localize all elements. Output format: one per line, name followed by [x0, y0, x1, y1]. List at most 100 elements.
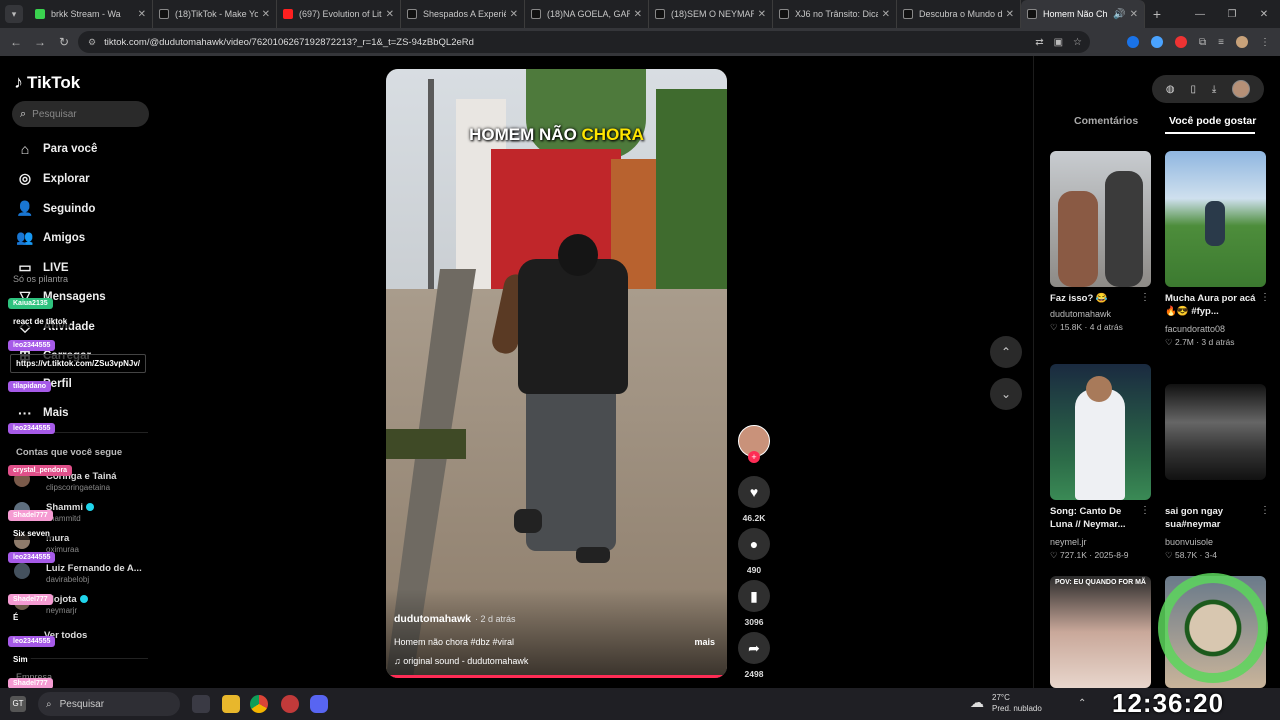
- author-name[interactable]: dudutomahawk: [394, 613, 471, 625]
- start-button[interactable]: GT: [10, 696, 26, 712]
- browser-tab[interactable]: brkk Stream - Wa ✕: [29, 0, 153, 28]
- browser-tab[interactable]: Descubra o Mundo d ✕: [897, 0, 1021, 28]
- profile-avatar[interactable]: [1236, 36, 1248, 48]
- discord-icon[interactable]: [310, 695, 328, 713]
- video-author[interactable]: neymel.jr: [1050, 537, 1087, 547]
- tab-close-icon[interactable]: ✕: [262, 9, 270, 20]
- reload-icon[interactable]: ↻: [52, 35, 76, 49]
- video-scene-shoe: [576, 547, 610, 563]
- tab-close-icon[interactable]: ✕: [386, 9, 394, 20]
- coins-icon[interactable]: ◍: [1166, 84, 1175, 95]
- video-thumbnail[interactable]: [1165, 151, 1266, 287]
- media-control-icon[interactable]: ≡: [1218, 37, 1224, 48]
- follow-plus-icon[interactable]: +: [748, 451, 760, 463]
- translate-icon[interactable]: ⇄: [1035, 37, 1043, 48]
- next-video-button[interactable]: ⌄: [990, 378, 1022, 410]
- video-thumbnail[interactable]: POV: EU QUANDO FOR MÃ: [1050, 576, 1151, 688]
- taskbar-search[interactable]: ⌕ Pesquisar: [38, 692, 180, 716]
- back-icon[interactable]: ←: [4, 35, 28, 49]
- video-title[interactable]: Faz isso? 😂: [1050, 292, 1146, 305]
- forward-icon[interactable]: →: [28, 35, 52, 49]
- browser-tab[interactable]: XJ6 no Trânsito: Dica ✕: [773, 0, 897, 28]
- video-player[interactable]: HOMEM NÃO CHORA dudutomahawk · 2 d atrás …: [386, 69, 727, 678]
- more-options-icon[interactable]: ⋮: [1140, 292, 1150, 303]
- browser-tab[interactable]: (18)SEM O NEYMAR ✕: [649, 0, 773, 28]
- close-window-icon[interactable]: ✕: [1248, 9, 1280, 20]
- avatar[interactable]: [14, 563, 30, 579]
- sidebar-item-more[interactable]: ··· Mais: [16, 405, 69, 421]
- active-tab-indicator: [1165, 132, 1255, 134]
- tab-close-icon[interactable]: ✕: [882, 9, 890, 20]
- video-author[interactable]: dudutomahawk: [1050, 309, 1111, 319]
- task-view-icon[interactable]: [192, 695, 210, 713]
- browser-tab-active[interactable]: Homem Não Ch 🔊 ✕: [1021, 0, 1145, 28]
- browser-tab[interactable]: (18)NA GOELA, GAR ✕: [525, 0, 649, 28]
- browser-tab[interactable]: (18)TikTok - Make Yo ✕: [153, 0, 277, 28]
- tab-close-icon[interactable]: ✕: [510, 9, 518, 20]
- video-title[interactable]: Mucha Aura por acá 🔥😎 #fyp...: [1165, 292, 1261, 318]
- browser-tab[interactable]: Shespados A Experiê ✕: [401, 0, 525, 28]
- extension-icon[interactable]: [1175, 36, 1188, 48]
- more-button[interactable]: mais: [694, 637, 715, 647]
- device-icon[interactable]: ▯: [1190, 84, 1196, 95]
- window-controls: — ❐ ✕: [1184, 0, 1280, 28]
- video-thumbnail[interactable]: [1165, 384, 1266, 480]
- video-progress-bar[interactable]: [386, 675, 727, 678]
- sidebar-item-friends[interactable]: 👥 Amigos: [16, 229, 85, 246]
- more-options-icon[interactable]: ⋮: [1260, 505, 1270, 516]
- minimize-icon[interactable]: —: [1184, 9, 1216, 20]
- extensions-puzzle-icon[interactable]: ⧉: [1199, 37, 1206, 48]
- sidebar-item-following[interactable]: 👤 Seguindo: [16, 200, 95, 217]
- tab-close-icon[interactable]: ✕: [634, 9, 642, 20]
- chrome-icon[interactable]: [250, 695, 268, 713]
- search-input[interactable]: ⌕ Pesquisar: [12, 101, 149, 127]
- cast-icon[interactable]: ▣: [1054, 37, 1063, 48]
- tab-comments[interactable]: Comentários: [1074, 115, 1138, 127]
- extension-icon[interactable]: [1127, 36, 1140, 48]
- tab-title: (697) Evolution of Lit: [299, 9, 382, 19]
- tab-close-icon[interactable]: ✕: [138, 9, 146, 20]
- video-thumbnail[interactable]: [1050, 364, 1151, 500]
- video-sound[interactable]: ♫ original sound - dudutomahawk: [394, 656, 528, 666]
- tab-close-icon[interactable]: ✕: [758, 9, 766, 20]
- tiktok-logo[interactable]: ♪ TikTok: [14, 72, 80, 93]
- chrome-menu-icon[interactable]: ⋮: [1260, 37, 1270, 48]
- address-bar[interactable]: ⚙ tiktok.com/@dudutomahawk/video/7620106…: [78, 31, 1090, 53]
- comment-button[interactable]: ● 490: [738, 528, 770, 575]
- video-title[interactable]: sai gon ngay sua#neymar: [1165, 505, 1261, 531]
- tab-you-may-like[interactable]: Você pode gostar: [1169, 115, 1256, 127]
- save-button[interactable]: ▮ 3096: [738, 580, 770, 627]
- more-options-icon[interactable]: ⋮: [1260, 292, 1270, 303]
- account-name[interactable]: Shammi: [46, 502, 94, 513]
- tab-audio-icon[interactable]: 🔊: [1113, 9, 1125, 20]
- maximize-icon[interactable]: ❐: [1216, 9, 1248, 20]
- video-title[interactable]: Song: Canto De Luna // Neymar...: [1050, 505, 1146, 531]
- like-button[interactable]: ♥ 46.2K: [738, 476, 770, 523]
- account-name[interactable]: Luiz Fernando de A...: [46, 563, 142, 574]
- compass-icon: ◎: [18, 170, 32, 186]
- video-author[interactable]: buonvuisole: [1165, 537, 1213, 547]
- download-icon[interactable]: ⤓: [1212, 84, 1216, 95]
- weather-widget[interactable]: ☁ 27°C Pred. nublado: [970, 692, 1042, 714]
- bookmark-star-icon[interactable]: ☆: [1073, 37, 1082, 48]
- site-info-icon[interactable]: ⚙: [88, 37, 96, 48]
- tab-search-menu-button[interactable]: ▾: [5, 5, 23, 23]
- previous-video-button[interactable]: ⌃: [990, 336, 1022, 368]
- user-avatar[interactable]: [1232, 80, 1251, 98]
- browser-tab[interactable]: (697) Evolution of Lit ✕: [277, 0, 401, 28]
- more-options-icon[interactable]: ⋮: [1140, 505, 1150, 516]
- sidebar-item-explore[interactable]: ◎ Explorar: [16, 170, 90, 187]
- video-author[interactable]: dudutomahawk · 2 d atrás: [394, 613, 516, 625]
- video-thumbnail[interactable]: [1050, 151, 1151, 287]
- sidebar-item-for-you[interactable]: ⌂ Para você: [16, 141, 98, 157]
- tab-close-icon[interactable]: ✕: [1006, 9, 1014, 20]
- new-tab-button[interactable]: +: [1145, 6, 1169, 22]
- extension-icon[interactable]: [1151, 36, 1164, 48]
- tray-chevron-icon[interactable]: ⌃: [1078, 698, 1086, 709]
- video-author[interactable]: facundoratto08: [1165, 324, 1225, 334]
- tab-close-icon[interactable]: ✕: [1130, 9, 1138, 20]
- file-explorer-icon[interactable]: [222, 695, 240, 713]
- app-icon[interactable]: [281, 695, 299, 713]
- tiktok-favicon-icon: [159, 9, 169, 19]
- share-button[interactable]: ➦ 2498: [738, 632, 770, 679]
